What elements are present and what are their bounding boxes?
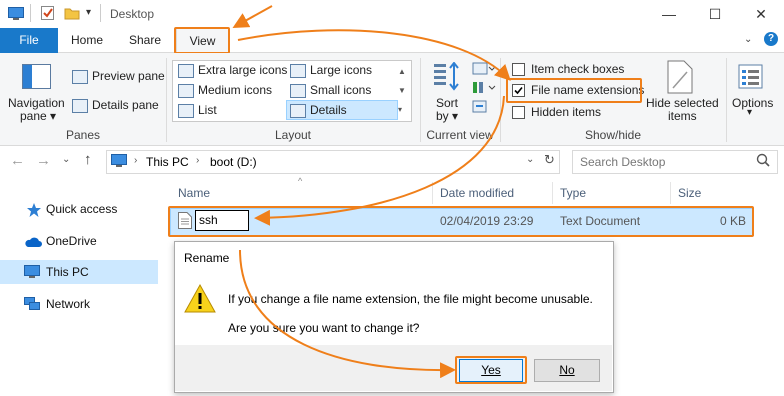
divider[interactable] [432, 182, 433, 204]
hide-selected-icon[interactable] [667, 60, 693, 97]
layout-medium-icons[interactable]: Medium icons [178, 83, 272, 98]
breadcrumb-chevron-icon[interactable]: › [196, 155, 199, 166]
details-icon [290, 103, 306, 118]
ribbon-tabs [0, 28, 784, 53]
view-tab-highlight [174, 27, 230, 54]
onedrive-icon [24, 236, 42, 251]
text-file-icon [178, 212, 192, 232]
group-label-layout: Layout [274, 128, 312, 142]
this-pc-nav-icon [24, 265, 40, 282]
nav-onedrive[interactable]: OneDrive [46, 230, 97, 252]
nav-network[interactable]: Network [46, 293, 90, 315]
list-icon [178, 103, 194, 118]
extra-large-icons-icon [178, 63, 194, 78]
group-by-icon[interactable] [472, 62, 496, 79]
new-folder-icon[interactable] [64, 6, 80, 20]
dialog-title: Rename [184, 251, 230, 265]
refresh-icon[interactable]: ↻ [544, 152, 555, 168]
warning-icon [184, 283, 216, 316]
sort-by-button-label2[interactable]: by ▾ [436, 109, 458, 123]
layout-large-icons[interactable]: Large icons [290, 63, 372, 78]
minimize-button[interactable]: — [646, 0, 692, 28]
details-pane-button[interactable]: Details pane [72, 98, 159, 113]
options-icon[interactable] [738, 64, 764, 93]
search-placeholder: Search Desktop [580, 155, 666, 169]
close-button[interactable]: ✕ [738, 0, 784, 28]
breadcrumb-this-pc[interactable]: This PC [146, 155, 189, 169]
divider[interactable] [552, 182, 553, 204]
navigation-pane-icon[interactable] [22, 64, 52, 93]
layout-small-icons[interactable]: Small icons [290, 83, 371, 98]
hidden-items-toggle[interactable]: Hidden items [512, 105, 601, 120]
item-check-boxes-checkbox[interactable] [512, 63, 525, 77]
recent-locations-icon[interactable]: ⌄ [62, 154, 70, 165]
sort-indicator-icon: ^ [298, 176, 303, 186]
hide-selected-button[interactable]: Hide selected [646, 96, 719, 110]
no-button[interactable]: No [534, 359, 600, 382]
help-icon[interactable]: ? [764, 32, 778, 46]
nav-this-pc[interactable]: This PC [46, 261, 89, 283]
tab-home[interactable]: Home [66, 28, 108, 53]
column-header-name[interactable]: Name [178, 182, 210, 204]
group-label-current-view: Current view [426, 128, 494, 142]
layout-details[interactable]: Details [290, 103, 347, 118]
small-icons-icon [290, 83, 306, 98]
size-columns-icon[interactable] [472, 100, 488, 117]
navigation-pane-button[interactable]: Navigation [8, 96, 65, 110]
tab-file[interactable]: File [0, 28, 58, 53]
large-icons-icon [290, 63, 306, 78]
layout-list[interactable]: List [178, 103, 217, 118]
explorer-icon[interactable] [8, 6, 24, 20]
nav-quick-access[interactable]: Quick access [46, 198, 117, 220]
up-arrow-icon[interactable]: ↑ [84, 151, 92, 168]
this-pc-icon [111, 154, 127, 171]
file-type: Text Document [560, 214, 641, 228]
address-dropdown-icon[interactable]: ⌄ [526, 154, 534, 165]
breadcrumb-drive[interactable]: boot (D:) [210, 155, 257, 169]
group-label-panes: Panes [65, 128, 101, 142]
details-pane-icon [72, 98, 88, 113]
divider [30, 4, 31, 22]
properties-icon[interactable] [40, 6, 56, 20]
medium-icons-icon [178, 83, 194, 98]
preview-pane-button[interactable]: Preview pane [72, 69, 165, 84]
preview-pane-icon [72, 69, 88, 84]
forward-arrow-icon[interactable]: → [36, 152, 51, 169]
options-dropdown-icon[interactable]: ▾ [747, 107, 752, 118]
search-icon[interactable] [756, 153, 770, 170]
options-button[interactable]: Options [732, 96, 773, 110]
file-size: 0 KB [720, 214, 747, 228]
divider [100, 4, 101, 22]
column-header-size[interactable]: Size [678, 182, 701, 204]
collapse-ribbon-icon[interactable]: ⌄ [744, 34, 752, 45]
file-extensions-highlight [506, 78, 642, 103]
quick-access-icon [26, 202, 42, 221]
yes-button-highlight [455, 356, 527, 384]
sort-by-icon[interactable] [432, 61, 462, 95]
hide-selected-button-label2[interactable]: items [668, 109, 697, 123]
divider [726, 58, 727, 142]
add-columns-icon[interactable] [472, 81, 496, 98]
breadcrumb-chevron-icon[interactable]: › [134, 155, 137, 166]
back-arrow-icon[interactable]: ← [10, 152, 25, 169]
layout-extra-large-icons[interactable]: Extra large icons [178, 63, 287, 78]
navigation-pane-button-label2[interactable]: pane ▾ [20, 109, 56, 123]
layout-scroll-arrows[interactable]: ▲ ▼ ▾ [398, 62, 406, 119]
divider[interactable] [670, 182, 671, 204]
rename-input[interactable]: ssh [195, 210, 249, 231]
window-title: Desktop [110, 7, 155, 21]
file-date: 02/04/2019 23:29 [440, 214, 534, 228]
column-header-type[interactable]: Type [560, 182, 586, 204]
customize-qat-icon[interactable]: ▾ [86, 7, 91, 18]
group-label-show-hide: Show/hide [584, 128, 642, 142]
sort-by-button[interactable]: Sort [436, 96, 458, 110]
network-icon [24, 297, 40, 314]
dialog-message: If you change a file name extension, the… [228, 292, 593, 306]
column-header-date[interactable]: Date modified [440, 182, 514, 204]
hidden-items-checkbox[interactable] [512, 106, 525, 120]
maximize-button[interactable]: ☐ [692, 0, 738, 28]
item-check-boxes-toggle[interactable]: Item check boxes [512, 62, 624, 77]
tab-share[interactable]: Share [124, 28, 166, 53]
dialog-question: Are you sure you want to change it? [228, 321, 420, 335]
